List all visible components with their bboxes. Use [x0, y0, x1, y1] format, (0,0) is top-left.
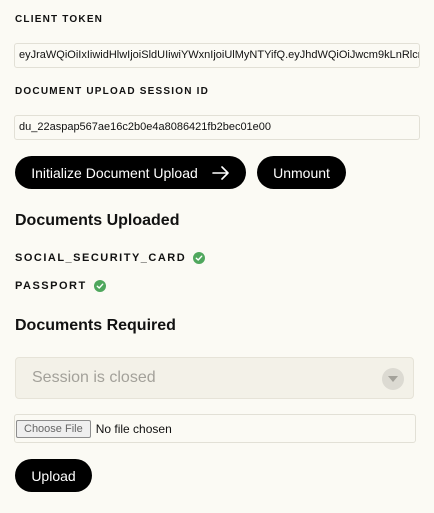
document-type-select[interactable]: Session is closed: [15, 357, 414, 399]
documents-uploaded-heading: Documents Uploaded: [15, 212, 180, 229]
uploaded-document-item: PASSPORT: [15, 280, 106, 292]
file-input[interactable]: Choose File No file chosen: [14, 414, 416, 443]
check-circle-icon: [93, 280, 106, 292]
arrow-right-icon: [211, 165, 230, 180]
initialize-upload-label: Initialize Document Upload: [31, 164, 198, 181]
session-id-field[interactable]: du_22aspap567ae16c2b0e4a8086421fb2bec01e…: [14, 115, 420, 140]
select-placeholder: Session is closed: [32, 369, 156, 386]
upload-button[interactable]: Upload: [15, 459, 92, 492]
client-token-label: CLIENT TOKEN: [15, 14, 104, 25]
choose-file-button[interactable]: Choose File: [16, 419, 91, 438]
documents-required-heading: Documents Required: [15, 317, 176, 334]
check-circle-icon: [193, 252, 206, 264]
file-status-text: No file chosen: [95, 421, 172, 436]
document-upload-page: CLIENT TOKEN eyJraWQiOiIxIiwidHlwIjoiSld…: [0, 0, 434, 513]
uploaded-document-label: SOCIAL_SECURITY_CARD: [15, 252, 187, 264]
client-token-field[interactable]: eyJraWQiOiIxIiwidHlwIjoiSldUIiwiYWxnIjoi…: [14, 43, 420, 68]
uploaded-document-item: SOCIAL_SECURITY_CARD: [15, 252, 206, 264]
initialize-upload-button[interactable]: Initialize Document Upload: [15, 156, 246, 189]
unmount-button[interactable]: Unmount: [257, 156, 346, 189]
uploaded-document-label: PASSPORT: [15, 280, 87, 292]
chevron-down-icon[interactable]: [382, 368, 404, 390]
session-id-label: DOCUMENT UPLOAD SESSION ID: [15, 86, 209, 97]
